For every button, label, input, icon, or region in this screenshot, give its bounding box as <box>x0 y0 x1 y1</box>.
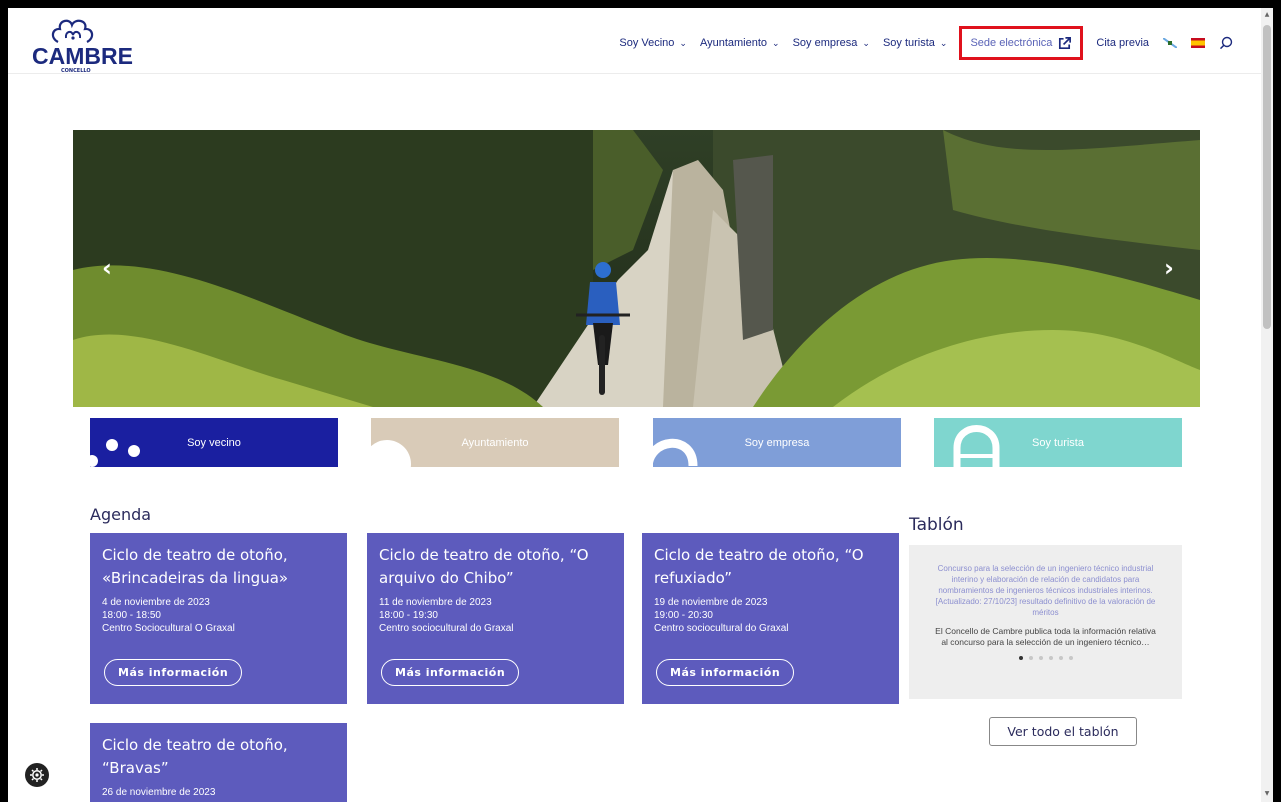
tile-label: Soy turista <box>1032 436 1084 449</box>
tile-soy-turista[interactable]: Soy turista <box>934 418 1182 467</box>
site-logo[interactable]: CAMBRE CONCELLO <box>28 16 138 74</box>
nav-item-sede-electronica[interactable]: Sede electrónica <box>959 26 1084 60</box>
chevron-down-icon: ⌄ <box>772 37 780 48</box>
tablon-body: El Concello de Cambre publica toda la in… <box>935 626 1156 647</box>
event-card[interactable]: Ciclo de teatro de otoño, «Brincadeiras … <box>90 533 347 704</box>
tile-label: Ayuntamiento <box>461 436 529 449</box>
slider-dots <box>933 656 1158 660</box>
slider-next-arrow[interactable]: › <box>1159 254 1179 282</box>
event-date: 4 de noviembre de 2023 <box>102 597 210 608</box>
nav-item-label: Cita previa <box>1096 37 1149 49</box>
nav-item-soy-vecino[interactable]: Soy Vecino ⌄ <box>619 37 687 49</box>
slider-dot[interactable] <box>1058 656 1063 660</box>
galician-flag-icon[interactable] <box>1163 38 1177 48</box>
chevron-down-icon: ⌄ <box>679 37 687 48</box>
nav-item-soy-turista[interactable]: Soy turista ⌄ <box>883 37 948 49</box>
tile-label: Soy empresa <box>744 436 810 449</box>
slider-dot[interactable] <box>1048 656 1053 660</box>
more-info-button[interactable]: Más información <box>104 659 243 686</box>
search-icon[interactable] <box>1219 36 1233 50</box>
tile-soy-empresa[interactable]: Soy empresa <box>653 418 901 467</box>
slider-dot[interactable] <box>1028 656 1033 660</box>
event-title: Ciclo de teatro de otoño, «Brincadeiras … <box>102 546 289 587</box>
site-header: CAMBRE CONCELLO Soy Vecino ⌄ Ayuntamient… <box>8 8 1261 74</box>
event-time: 18:00 - 19:30 <box>379 610 438 621</box>
slider-prev-arrow[interactable]: ‹ <box>97 254 117 282</box>
scroll-thumb[interactable] <box>1263 25 1271 329</box>
hero-image <box>73 130 1200 407</box>
event-place: Centro Sociocultural O Graxal <box>102 623 235 634</box>
nav-item-soy-empresa[interactable]: Soy empresa ⌄ <box>793 37 870 49</box>
view-all-tablon-button[interactable]: Ver todo el tablón <box>989 717 1137 746</box>
logo-subtitle: CONCELLO <box>61 68 91 74</box>
hero-slider: ‹ › <box>73 130 1200 407</box>
more-info-button[interactable]: Más información <box>656 659 795 686</box>
cookie-settings-button[interactable] <box>25 763 49 787</box>
nav-item-cita-previa[interactable]: Cita previa <box>1096 37 1149 49</box>
event-card[interactable]: Ciclo de teatro de otoño, “Bravas” 26 de… <box>90 723 347 802</box>
event-date: 19 de noviembre de 2023 <box>654 597 768 608</box>
nav-item-label: Soy Vecino <box>619 37 675 49</box>
event-place: Centro sociocultural do Graxal <box>379 623 514 634</box>
event-date: 26 de noviembre de 2023 <box>102 787 216 798</box>
more-info-button[interactable]: Más información <box>381 659 520 686</box>
chevron-down-icon: ⌄ <box>862 37 870 48</box>
page-scrollbar[interactable]: ▲ ▼ <box>1261 8 1273 802</box>
spanish-flag-icon[interactable] <box>1191 38 1205 48</box>
event-title: Ciclo de teatro de otoño, “Bravas” <box>102 736 288 777</box>
scroll-down-icon[interactable]: ▼ <box>1263 790 1271 798</box>
slider-dot[interactable] <box>1018 656 1023 660</box>
tablon-slider[interactable]: Concurso para la selección de un ingenie… <box>909 545 1182 699</box>
tile-ayuntamiento[interactable]: Ayuntamiento <box>371 418 619 467</box>
event-time: 18:00 - 18:50 <box>102 610 161 621</box>
event-date: 11 de noviembre de 2023 <box>379 597 492 608</box>
chevron-down-icon: ⌄ <box>939 37 948 48</box>
scroll-up-icon[interactable]: ▲ <box>1263 11 1271 19</box>
slider-dot[interactable] <box>1038 656 1043 660</box>
event-place: Centro sociocultural do Graxal <box>654 623 789 634</box>
event-title: Ciclo de teatro de otoño, “O refuxiado” <box>654 546 864 587</box>
agenda-title: Agenda <box>90 505 152 524</box>
tile-label: Soy vecino <box>187 436 241 449</box>
gear-icon <box>30 768 44 782</box>
nav-item-ayuntamiento[interactable]: Ayuntamiento ⌄ <box>700 37 780 49</box>
logo-text: CAMBRE <box>32 43 133 69</box>
event-title: Ciclo de teatro de otoño, “O arquivo do … <box>379 546 589 587</box>
main-nav: Soy Vecino ⌄ Ayuntamiento ⌄ Soy empresa … <box>606 26 1233 60</box>
event-time: 19:00 - 20:30 <box>654 610 713 621</box>
logo-flower-icon <box>51 19 94 43</box>
slider-dot[interactable] <box>1068 656 1073 660</box>
nav-item-label: Soy empresa <box>792 37 858 49</box>
nav-item-label: Soy turista <box>882 37 935 49</box>
tablon-headline[interactable]: Concurso para la selección de un ingenie… <box>933 563 1158 618</box>
event-card[interactable]: Ciclo de teatro de otoño, “O refuxiado” … <box>642 533 899 704</box>
nav-item-label: Ayuntamiento <box>699 37 768 49</box>
external-link-icon <box>1059 36 1072 49</box>
tile-soy-vecino[interactable]: Soy vecino <box>90 418 338 467</box>
nav-item-label: Sede electrónica <box>970 37 1053 49</box>
event-card[interactable]: Ciclo de teatro de otoño, “O arquivo do … <box>367 533 624 704</box>
tablon-title: Tablón <box>909 515 964 535</box>
browser-viewport: CAMBRE CONCELLO Soy Vecino ⌄ Ayuntamient… <box>8 8 1273 802</box>
